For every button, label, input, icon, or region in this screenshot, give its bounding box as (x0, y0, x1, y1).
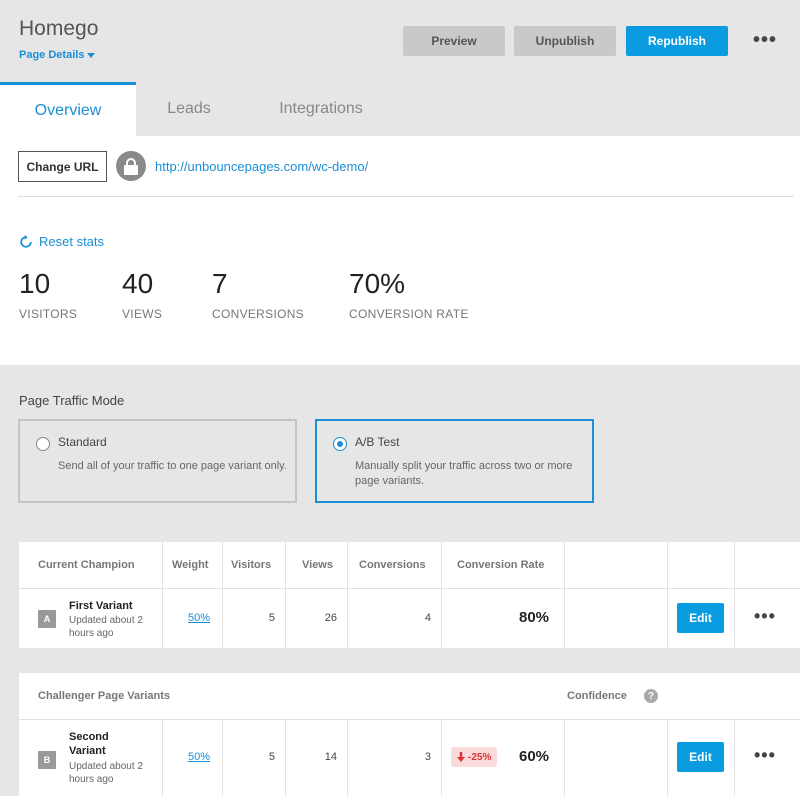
reset-stats-link[interactable]: Reset stats (19, 234, 104, 249)
variant-updated: Updated about 2 (69, 615, 143, 626)
col-confidence: Confidence (567, 690, 627, 702)
variant-badge: B (38, 751, 56, 769)
page-details-label: Page Details (19, 49, 85, 61)
change-url-button[interactable]: Change URL (18, 151, 107, 182)
col-conversions: Conversions (359, 559, 426, 571)
tab-integrations[interactable]: Integrations (242, 82, 400, 136)
page-url-link[interactable]: http://unbouncepages.com/wc-demo/ (155, 159, 368, 174)
visitors-value: 10 (19, 268, 51, 299)
col-conversion-rate: Conversion Rate (457, 559, 545, 571)
views-cell: 26 (324, 612, 337, 624)
conversion-rate-cell: 60% (519, 748, 550, 765)
variant-badge: A (38, 610, 56, 628)
tab-leads[interactable]: Leads (136, 82, 242, 136)
page-title: Homego (19, 17, 99, 40)
conversion-rate-cell: 80% (519, 609, 550, 626)
conversions-cell: 4 (424, 612, 431, 624)
conversions-value: 7 (212, 268, 228, 299)
help-icon[interactable]: ? (644, 689, 658, 703)
conversions-cell: 3 (424, 751, 431, 763)
visitors-label: VISITORS (19, 307, 78, 321)
reset-stats-label: Reset stats (39, 234, 105, 249)
caret-down-icon (87, 52, 96, 58)
ab-test-description: Manually split your traffic across two o… (355, 460, 573, 487)
variant-updated: Updated about 2 (69, 761, 143, 772)
standard-radio[interactable] (36, 437, 50, 451)
row-divider (19, 588, 800, 589)
champion-table: Current Champion Weight Visitors Views C… (19, 542, 800, 648)
edit-button[interactable]: Edit (677, 603, 724, 633)
row-divider (19, 719, 800, 720)
refresh-icon (20, 234, 32, 248)
edit-button[interactable]: Edit (677, 742, 724, 772)
visitors-cell: 5 (268, 751, 275, 763)
visitors-cell: 5 (268, 612, 275, 624)
variant-updated: hours ago (69, 628, 114, 639)
col-current-champion: Current Champion (38, 559, 135, 571)
conversion-rate-label: CONVERSION RATE (349, 307, 469, 321)
ab-test-radio[interactable] (333, 437, 347, 451)
lock-icon (116, 151, 146, 181)
variant-name[interactable]: Second (69, 730, 109, 744)
conversions-label: CONVERSIONS (212, 307, 304, 321)
top-header: Homego Page Details Preview Unpublish Re… (0, 0, 800, 82)
more-options-icon[interactable]: ••• (754, 606, 776, 627)
variant-updated: hours ago (69, 774, 114, 785)
variant-name[interactable]: First Variant (69, 599, 133, 613)
weight-link[interactable]: 50% (188, 612, 210, 624)
delta-badge: -25% (451, 747, 498, 767)
challenger-table: Challenger Page Variants Confidence ? B … (19, 673, 800, 796)
preview-button[interactable]: Preview (403, 26, 505, 56)
col-views: Views (302, 559, 333, 571)
tab-bar: Overview Leads Integrations (0, 82, 800, 136)
more-options-icon[interactable]: ••• (753, 30, 777, 50)
views-cell: 14 (324, 751, 337, 763)
ab-test-mode-option[interactable]: A/B Test Manually split your traffic acr… (315, 419, 594, 503)
conversion-rate-value: 70% (349, 268, 406, 299)
standard-description: Send all of your traffic to one page var… (58, 460, 287, 472)
views-value: 40 (122, 268, 154, 299)
divider (18, 196, 794, 197)
traffic-mode-title: Page Traffic Mode (19, 393, 125, 408)
unpublish-button[interactable]: Unpublish (514, 26, 616, 56)
views-label: VIEWS (122, 307, 163, 321)
more-options-icon[interactable]: ••• (754, 745, 776, 766)
page-details-dropdown[interactable]: Page Details (19, 49, 96, 61)
standard-title: Standard (58, 435, 107, 449)
arrow-down-icon (457, 752, 465, 762)
republish-button[interactable]: Republish (626, 26, 728, 56)
col-challenger-variants: Challenger Page Variants (38, 690, 171, 702)
delta-value: -25% (468, 751, 492, 763)
col-weight: Weight (172, 559, 209, 571)
weight-link[interactable]: 50% (188, 751, 210, 763)
col-visitors: Visitors (231, 559, 272, 571)
ab-test-title: A/B Test (355, 435, 400, 449)
variant-name[interactable]: Variant (69, 744, 106, 758)
standard-mode-option[interactable]: Standard Send all of your traffic to one… (18, 419, 297, 503)
tab-overview[interactable]: Overview (0, 82, 136, 136)
